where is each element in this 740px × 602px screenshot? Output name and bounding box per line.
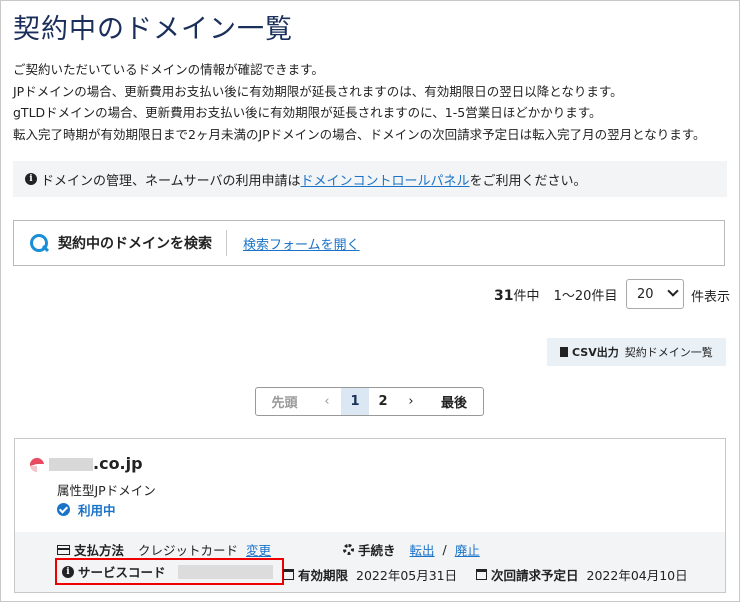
result-count: 31件中 1〜20件目	[494, 285, 617, 304]
procedure-label: 手続き	[358, 543, 396, 558]
domain-logo-icon	[29, 457, 44, 473]
gear-icon	[343, 544, 354, 555]
domain-name[interactable]: .co.jp	[93, 454, 143, 473]
payment-label: 支払方法	[74, 543, 125, 558]
csv-label: CSV出力	[572, 346, 619, 359]
csv-sub-label: 契約ドメイン一覧	[624, 346, 713, 359]
csv-export-button[interactable]: CSV出力 契約ドメイン一覧	[547, 338, 726, 366]
calendar-icon	[283, 569, 294, 580]
masked-service-code	[177, 564, 273, 579]
per-page-select[interactable]: 20	[626, 279, 684, 309]
next-bill-row: 次回請求予定日 2022年04月10日	[476, 565, 688, 584]
per-page-value: 20	[637, 286, 654, 302]
procedure-row: 手続き 転出 / 廃止	[343, 540, 480, 559]
page-1-button[interactable]: 1	[341, 388, 369, 415]
status-badge: 利用中	[57, 500, 116, 519]
page-title: 契約中のドメイン一覧	[13, 14, 293, 45]
page-prev-button[interactable]: ‹	[313, 388, 341, 415]
total-count: 31	[494, 288, 514, 304]
notice-text-before: ドメインの管理、ネームサーバの利用申請は	[41, 173, 301, 189]
description-line-3: gTLDドメインの場合、更新費用お支払い後に有効期限が延長されますのに、1-5営…	[13, 105, 602, 120]
separator-slash: /	[442, 542, 447, 557]
page-first-button[interactable]: 先頭	[256, 388, 313, 415]
transfer-out-link[interactable]: 転出	[410, 540, 435, 559]
check-circle-icon	[57, 503, 70, 516]
pagination: 先頭 ‹ 1 2 › 最後	[255, 387, 484, 416]
expiry-value: 2022年05月31日	[356, 568, 458, 583]
cancel-link[interactable]: 廃止	[455, 540, 480, 559]
service-code-label: サービスコード	[78, 565, 166, 580]
domain-type: 属性型JPドメイン	[57, 483, 156, 498]
page-last-button[interactable]: 最後	[425, 388, 483, 415]
masked-domain-name	[49, 458, 93, 471]
domain-card: .co.jp 属性型JPドメイン 利用中 支払方法 クレジットカード 変更 手続…	[14, 438, 726, 593]
status-text: 利用中	[78, 503, 116, 518]
per-page-suffix: 件表示	[691, 290, 731, 305]
domain-control-panel-link[interactable]: ドメインコントロールパネル	[300, 170, 469, 189]
credit-card-icon	[57, 544, 70, 555]
description-line-4: 転入完了時期が有効期限日まで2ヶ月未満のJPドメインの場合、ドメインの次回請求予…	[13, 127, 706, 142]
description-line-1: ご契約いただいているドメインの情報が確認できます。	[13, 62, 324, 77]
description-line-2: JPドメインの場合、更新費用お支払い後に有効期限が延長されますのは、有効期限日の…	[13, 84, 623, 99]
chevron-down-icon	[667, 285, 679, 297]
open-search-form-link[interactable]: 検索フォームを開く	[243, 234, 360, 253]
payment-row: 支払方法 クレジットカード 変更	[57, 540, 271, 559]
notice-box: i ドメインの管理、ネームサーバの利用申請は ドメインコントロールパネル をご利…	[13, 161, 727, 197]
expiry-label: 有効期限	[298, 568, 349, 583]
payment-change-link[interactable]: 変更	[246, 540, 271, 559]
total-suffix: 件中	[513, 289, 540, 304]
page-2-button[interactable]: 2	[369, 388, 397, 415]
expiry-row: 有効期限 2022年05月31日	[283, 565, 457, 584]
file-icon	[560, 347, 568, 357]
next-bill-label: 次回請求予定日	[491, 568, 579, 583]
calendar-icon	[476, 569, 487, 580]
info-icon: i	[25, 173, 37, 185]
result-range: 1〜20件目	[553, 289, 618, 304]
page-next-button[interactable]: ›	[397, 388, 425, 415]
info-icon: i	[62, 565, 74, 578]
next-bill-value: 2022年04月10日	[586, 568, 688, 583]
search-label: 契約中のドメインを検索	[58, 236, 212, 252]
payment-value: クレジットカード	[138, 543, 239, 558]
notice-text-after: をご利用ください。	[469, 173, 587, 189]
domain-search-panel: 契約中のドメインを検索 検索フォームを開く	[13, 220, 725, 266]
service-code-highlight: i サービスコード	[55, 558, 284, 585]
search-icon	[30, 234, 48, 252]
divider	[226, 230, 227, 256]
